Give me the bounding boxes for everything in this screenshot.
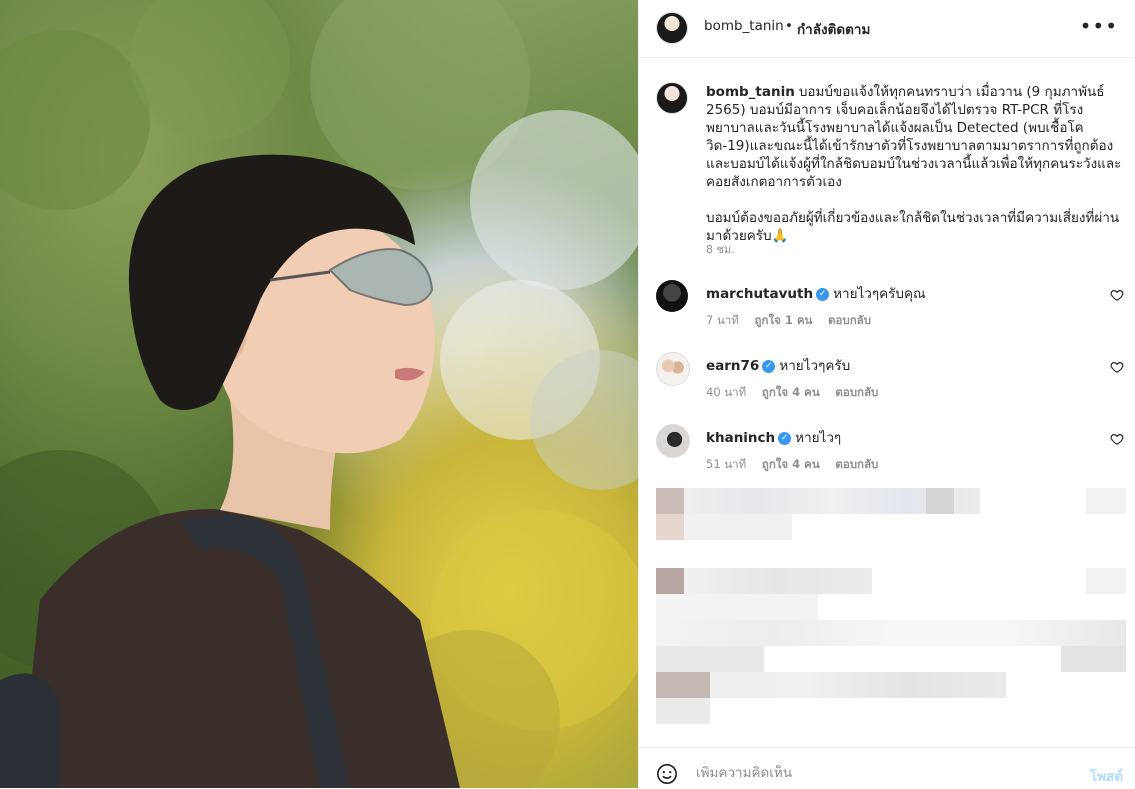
- comment-line: marchutavuth ✓ หายไวๆครับคุณ: [706, 282, 926, 304]
- photo-illustration: [0, 0, 638, 788]
- comment-line: earn76 ✓ หายไวๆครับ: [706, 354, 850, 376]
- post-header: bomb_tanin • กำลังติดตาม •••: [639, 0, 1135, 58]
- pixelated-text: [656, 646, 764, 672]
- pixelated-avatar: [656, 672, 710, 698]
- comment-item: earn76 ✓ หายไวๆครับ 40 นาที ถูกใจ 4 คน ตอบ…: [639, 352, 1135, 412]
- verified-badge-icon: ✓: [762, 359, 776, 373]
- pixelated-comments: [656, 488, 1126, 748]
- reply-button[interactable]: ตอบกลับ: [828, 313, 871, 327]
- pixelated-avatar: [656, 488, 684, 514]
- heart-icon[interactable]: [1110, 360, 1124, 374]
- comment-time[interactable]: 51 นาที: [706, 457, 746, 471]
- comment-meta: 7 นาที ถูกใจ 1 คน ตอบกลับ: [706, 312, 883, 330]
- comment-time[interactable]: 40 นาที: [706, 385, 746, 399]
- pixelated-meta: [656, 698, 710, 724]
- caption-text-2: บอมบ์ต้องขออภัยผู้ที่เกี่ยวข้องและใกล้ชิ…: [706, 210, 1120, 244]
- post-caption: bomb_tanin บอมบ์ขอแจ้งให้ทุกคนทราบว่า เมื…: [706, 83, 1126, 263]
- pixelated-text: [656, 620, 1126, 646]
- pixelated-text: [1061, 646, 1126, 672]
- comment-username[interactable]: khaninch: [706, 430, 775, 446]
- post-photo[interactable]: [0, 0, 638, 788]
- heart-icon[interactable]: [1110, 432, 1124, 446]
- comment-composer: โพสต์: [639, 747, 1135, 789]
- header-separator: •: [785, 18, 793, 34]
- commenter-avatar[interactable]: [656, 352, 690, 386]
- owner-avatar[interactable]: [656, 12, 688, 44]
- pixelated-avatar: [656, 568, 684, 594]
- post-comment-button[interactable]: โพสต์: [1090, 765, 1123, 787]
- comment-input[interactable]: [696, 765, 1056, 781]
- pixelated-meta: [684, 514, 792, 540]
- comment-meta: 40 นาที ถูกใจ 4 คน ตอบกลับ: [706, 384, 890, 402]
- instagram-post-modal: bomb_tanin • กำลังติดตาม ••• bomb_tanin บ…: [0, 0, 1135, 788]
- caption-time: 8 ชม.: [706, 243, 735, 256]
- comment-meta: 51 นาที ถูกใจ 4 คน ตอบกลับ: [706, 456, 890, 474]
- more-options-icon[interactable]: •••: [1080, 14, 1118, 38]
- commenter-avatar[interactable]: [656, 424, 690, 458]
- commenter-avatar[interactable]: [656, 280, 688, 312]
- verified-badge-icon: ✓: [778, 431, 792, 445]
- heart-icon[interactable]: [1110, 288, 1124, 302]
- reply-button[interactable]: ตอบกลับ: [835, 457, 878, 471]
- owner-username[interactable]: bomb_tanin: [704, 18, 784, 34]
- pixelated-text: [710, 672, 1006, 698]
- reply-button[interactable]: ตอบกลับ: [835, 385, 878, 399]
- comment-text: หายไวๆ: [795, 430, 842, 446]
- emoji-icon[interactable]: [656, 763, 678, 785]
- comment-item: marchutavuth ✓ หายไวๆครับคุณ 7 นาที ถูกใจ …: [639, 280, 1135, 340]
- pixelated-meta: [656, 594, 818, 620]
- comment-username[interactable]: marchutavuth: [706, 286, 813, 302]
- pixelated-text: [684, 568, 872, 594]
- post-sidebar: bomb_tanin • กำลังติดตาม ••• bomb_tanin บ…: [638, 0, 1135, 788]
- comment-item: khaninch ✓ หายไวๆ 51 นาที ถูกใจ 4 คน ตอบกล…: [639, 424, 1135, 484]
- verified-badge-icon: ✓: [816, 287, 830, 301]
- comment-likes[interactable]: ถูกใจ 1 คน: [755, 313, 813, 327]
- comment-time[interactable]: 7 นาที: [706, 313, 739, 327]
- comment-username[interactable]: earn76: [706, 358, 759, 374]
- comment-text: หายไวๆครับ: [779, 358, 851, 374]
- pixelated-heart: [1086, 488, 1126, 514]
- comment-line: khaninch ✓ หายไวๆ: [706, 426, 841, 448]
- comment-text: หายไวๆครับคุณ: [833, 286, 926, 302]
- comment-likes[interactable]: ถูกใจ 4 คน: [762, 457, 820, 471]
- pixelated-heart: [1086, 568, 1126, 594]
- follow-status-button[interactable]: กำลังติดตาม: [797, 18, 870, 40]
- pixelated-avatar: [656, 514, 684, 540]
- caption-avatar[interactable]: [656, 82, 688, 114]
- comment-likes[interactable]: ถูกใจ 4 คน: [762, 385, 820, 399]
- pixelated-text: [926, 488, 954, 514]
- caption-username[interactable]: bomb_tanin: [706, 84, 795, 100]
